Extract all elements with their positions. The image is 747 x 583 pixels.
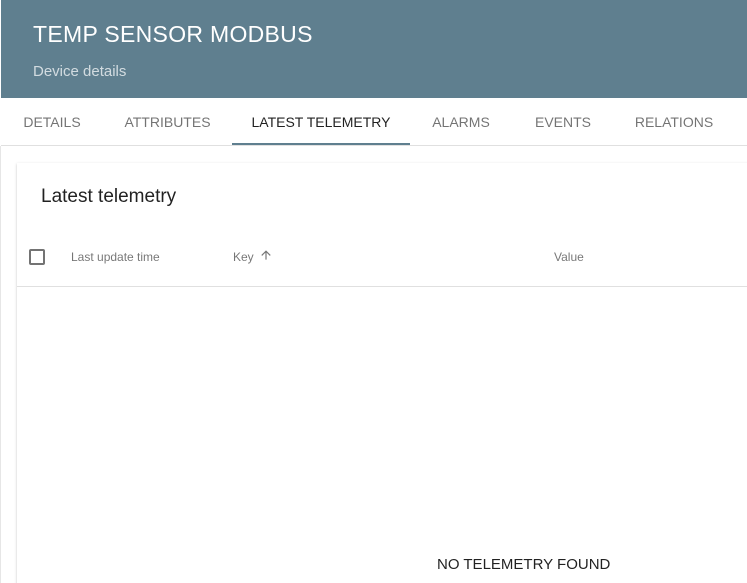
column-header-key[interactable]: Key <box>233 233 254 287</box>
tab-bar: DETAILS ATTRIBUTES LATEST TELEMETRY ALAR… <box>1 98 747 146</box>
latest-telemetry-card: Latest telemetry Last update time Key Va… <box>17 163 747 583</box>
arrow-upward-icon[interactable] <box>259 248 273 262</box>
tab-attributes[interactable]: ATTRIBUTES <box>103 98 232 146</box>
empty-state-message: NO TELEMETRY FOUND <box>437 556 611 573</box>
tab-relations[interactable]: RELATIONS <box>614 98 734 146</box>
column-header-last-update-time[interactable]: Last update time <box>71 233 160 287</box>
device-subtitle: Device details <box>33 63 127 80</box>
tab-events[interactable]: EVENTS <box>512 98 614 146</box>
device-title: TEMP SENSOR MODBUS <box>33 21 313 47</box>
panel-divider <box>0 146 1 583</box>
select-all-checkbox[interactable] <box>29 249 45 265</box>
device-header: TEMP SENSOR MODBUS Device details <box>1 0 747 98</box>
device-details-page: TEMP SENSOR MODBUS Device details DETAIL… <box>0 0 747 583</box>
tab-details[interactable]: DETAILS <box>1 98 103 146</box>
tab-latest-telemetry[interactable]: LATEST TELEMETRY <box>232 98 410 146</box>
telemetry-table-header: Last update time Key Value <box>17 233 747 287</box>
card-title: Latest telemetry <box>41 186 177 207</box>
active-tab-indicator <box>232 143 410 145</box>
column-header-value[interactable]: Value <box>554 233 584 287</box>
tab-alarms[interactable]: ALARMS <box>410 98 512 146</box>
